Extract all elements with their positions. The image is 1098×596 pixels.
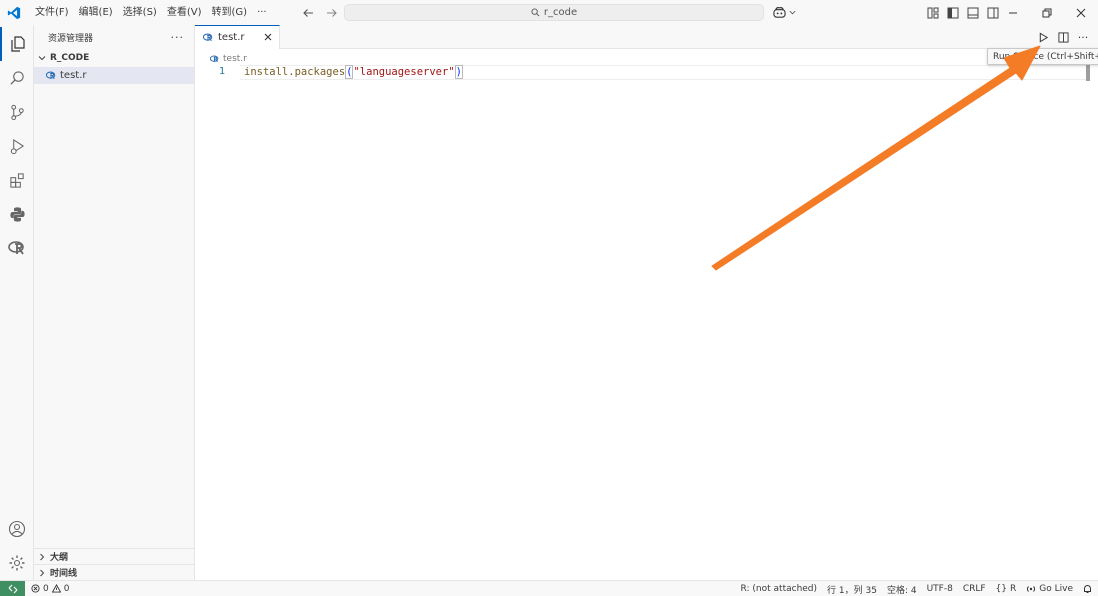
accounts-icon[interactable] (0, 512, 34, 546)
manage-gear-icon[interactable] (0, 546, 34, 580)
breadcrumb[interactable]: test.r (210, 52, 247, 65)
menu-file[interactable]: 文件(F) (30, 0, 74, 25)
chevron-right-icon (40, 553, 45, 560)
language-mode[interactable]: {} R (996, 584, 1017, 594)
layout-controls (926, 0, 1000, 25)
minimize-icon[interactable] (996, 0, 1030, 25)
warning-icon (51, 584, 61, 593)
line-number: 1 (218, 66, 225, 77)
code-close-paren: ) (454, 65, 463, 79)
chevron-down-icon (789, 10, 796, 15)
run-and-debug-icon[interactable] (0, 129, 34, 163)
end-of-line[interactable]: CRLF (963, 584, 986, 594)
toggle-primary-sidebar-icon[interactable] (946, 6, 960, 20)
code-string: "languageserver" (353, 66, 455, 78)
explorer-title: 资源管理器 (48, 33, 94, 44)
editor-actions: ··· (1036, 25, 1090, 49)
copilot-button[interactable] (772, 4, 796, 21)
problems-indicator[interactable]: 0 0 (25, 584, 69, 594)
status-right: R: (not attached) 行 1，列 35 空格: 4 UTF-8 C… (741, 581, 1092, 596)
more-actions-icon[interactable]: ··· (171, 31, 185, 44)
window-controls (996, 0, 1098, 25)
menu-view[interactable]: 查看(V) (162, 0, 207, 25)
scrollbar[interactable] (1086, 65, 1090, 81)
file-label: test.r (60, 70, 87, 81)
timeline-label: 时间线 (50, 569, 78, 579)
split-editor-icon[interactable] (1056, 30, 1070, 44)
folder-r-code[interactable]: R_CODE (34, 49, 194, 67)
error-icon (31, 584, 40, 593)
code-function: install.packages (244, 66, 346, 78)
go-live-button[interactable]: Go Live (1026, 584, 1073, 594)
search-icon[interactable] (0, 61, 34, 95)
breadcrumb-file: test.r (223, 53, 247, 64)
forward-arrow-icon[interactable] (324, 5, 340, 21)
outline-section[interactable]: 大纲 (34, 548, 194, 564)
language-label: R (1010, 584, 1017, 594)
customize-layout-icon[interactable] (926, 6, 940, 20)
outline-label: 大纲 (50, 553, 69, 563)
activity-bar (0, 25, 34, 580)
r-file-icon (46, 71, 56, 80)
menu-edit[interactable]: 编辑(E) (74, 0, 118, 25)
error-count: 0 (43, 583, 49, 594)
run-source-icon[interactable] (1036, 30, 1050, 44)
tab-label: test.r (218, 32, 245, 43)
tab-test-r[interactable]: test.r (195, 25, 280, 49)
chevron-right-icon (40, 569, 45, 576)
editor-tabs-bar: test.r ··· (195, 25, 1098, 49)
python-icon[interactable] (0, 197, 34, 231)
menu-go[interactable]: 转到(G) (207, 0, 253, 25)
explorer-header: 资源管理器 ··· (34, 25, 194, 49)
folder-label: R_CODE (50, 53, 90, 63)
r-session-status[interactable]: R: (not attached) (741, 584, 817, 594)
editor-area[interactable] (195, 49, 1098, 580)
cursor-position[interactable]: 行 1，列 35 (827, 583, 877, 596)
warning-count: 0 (63, 583, 70, 594)
run-source-tooltip: Run Source (Ctrl+Shift+S) (987, 48, 1098, 65)
r-file-icon (203, 33, 213, 42)
copilot-icon (773, 7, 786, 18)
close-tab-icon[interactable] (262, 31, 274, 43)
search-text: r_code (543, 7, 578, 18)
r-language-icon[interactable] (0, 231, 34, 265)
toggle-panel-icon[interactable] (966, 6, 980, 20)
menu-bar: 文件(F) 编辑(E) 选择(S) 查看(V) 转到(G) ··· (30, 0, 272, 25)
go-live-label: Go Live (1039, 584, 1073, 594)
search-icon (531, 8, 540, 17)
menu-selection[interactable]: 选择(S) (118, 0, 162, 25)
indentation[interactable]: 空格: 4 (887, 583, 917, 596)
source-control-icon[interactable] (0, 95, 34, 129)
r-file-icon (210, 54, 219, 62)
more-actions-icon[interactable]: ··· (1076, 30, 1090, 44)
restore-icon[interactable] (1030, 0, 1064, 25)
command-center-search[interactable]: r_code (344, 4, 764, 21)
notifications-bell-icon[interactable] (1083, 584, 1092, 594)
menu-more[interactable]: ··· (252, 0, 272, 25)
timeline-section[interactable]: 时间线 (34, 564, 194, 580)
title-bar: 文件(F) 编辑(E) 选择(S) 查看(V) 转到(G) ··· r_code (0, 0, 1098, 25)
code-line[interactable]: install.packages("languageserver") (244, 65, 463, 79)
navigation-arrows (300, 0, 340, 25)
vscode-logo-icon (0, 0, 28, 25)
status-bar: 0 0 R: (not attached) 行 1，列 35 空格: 4 UTF… (0, 580, 1098, 596)
close-window-icon[interactable] (1064, 0, 1098, 25)
braces-icon: {} (995, 584, 1007, 594)
explorer-sidebar: 资源管理器 ··· R_CODE test.r 大纲 时间线 (34, 25, 195, 580)
explorer-icon[interactable] (0, 27, 34, 61)
extensions-icon[interactable] (0, 163, 34, 197)
broadcast-icon (1027, 586, 1036, 592)
remote-indicator-icon[interactable] (0, 580, 25, 596)
back-arrow-icon[interactable] (300, 5, 316, 21)
chevron-down-icon (38, 56, 46, 61)
file-test-r[interactable]: test.r (34, 67, 194, 84)
encoding[interactable]: UTF-8 (927, 584, 953, 594)
